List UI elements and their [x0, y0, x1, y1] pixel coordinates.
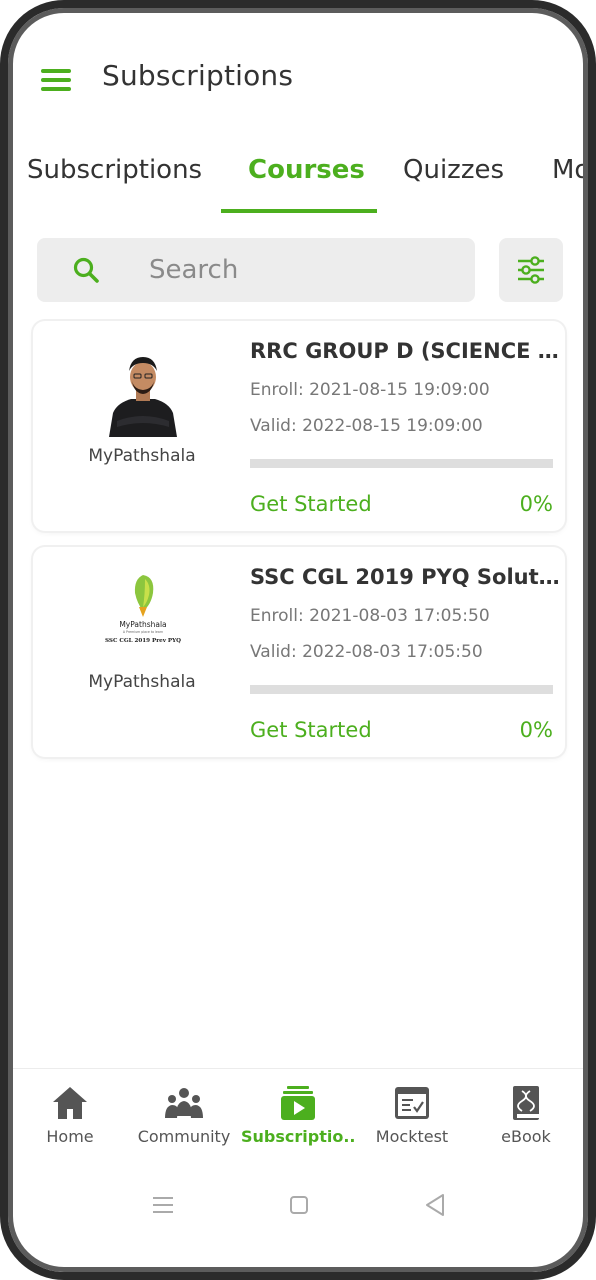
logo-subtitle-text: SSC CGL 2019 Prev PYQ	[105, 638, 181, 644]
back-triangle-icon[interactable]	[415, 1185, 455, 1225]
search-placeholder: Search	[149, 255, 239, 285]
home-icon	[53, 1087, 87, 1119]
get-started-button[interactable]: Get Started	[250, 492, 372, 516]
instructor-photo	[103, 341, 183, 437]
enroll-date: Enroll: 2021-08-15 19:09:00	[250, 380, 490, 400]
hamburger-menu-icon[interactable]	[41, 69, 73, 93]
tab-courses[interactable]: Courses	[248, 155, 365, 185]
recent-apps-icon[interactable]	[143, 1185, 183, 1225]
nav-label: Mocktest	[375, 1127, 449, 1146]
logo-brand-text: MyPathshala	[119, 620, 166, 629]
enroll-date: Enroll: 2021-08-03 17:05:50	[250, 606, 490, 626]
nav-label: Community	[137, 1127, 231, 1146]
valid-date: Valid: 2022-08-15 19:09:00	[250, 416, 483, 436]
subscriptions-play-icon	[281, 1086, 315, 1120]
sliders-filter-icon	[518, 256, 544, 284]
bottom-navigation: Home Community Subscriptio... Mocktest e…	[13, 1068, 583, 1173]
valid-date: Valid: 2022-08-03 17:05:50	[250, 642, 483, 662]
logo-tagline-text: A Premium place to learn	[123, 630, 163, 634]
nav-ebook[interactable]: eBook	[469, 1069, 583, 1173]
nav-label: Subscriptio...	[241, 1127, 355, 1146]
nav-label: Home	[46, 1127, 94, 1146]
nav-home[interactable]: Home	[13, 1069, 127, 1173]
home-square-icon[interactable]	[279, 1185, 319, 1225]
app-screen: Subscriptions Subscriptions Courses Quiz…	[13, 13, 583, 1267]
progress-bar	[250, 685, 553, 694]
nav-label: eBook	[501, 1127, 551, 1146]
nav-community[interactable]: Community	[127, 1069, 241, 1173]
progress-percent: 0%	[519, 492, 553, 516]
provider-name: MyPathshala	[88, 446, 196, 466]
course-card[interactable]: MyPathshala A Premium place to learn SSC…	[33, 547, 565, 757]
tab-quizzes[interactable]: Quizzes	[403, 155, 504, 185]
system-navigation-bar	[13, 1173, 583, 1233]
get-started-button[interactable]: Get Started	[250, 718, 372, 742]
community-icon	[165, 1088, 203, 1118]
search-icon	[73, 257, 99, 283]
mocktest-icon	[395, 1087, 429, 1119]
mypathshala-logo: MyPathshala A Premium place to learn SSC…	[103, 567, 183, 663]
app-bar: Subscriptions	[13, 13, 583, 133]
course-title: RRC GROUP D (SCIENCE +G...	[250, 339, 560, 363]
progress-bar	[250, 459, 553, 468]
tab-subscriptions[interactable]: Subscriptions	[27, 155, 202, 185]
ebook-icon	[513, 1086, 539, 1120]
tab-more[interactable]: Mo	[552, 155, 583, 185]
active-tab-indicator	[221, 209, 377, 213]
search-input[interactable]: Search	[37, 238, 475, 302]
tab-bar: Subscriptions Courses Quizzes Mo	[13, 143, 583, 217]
progress-percent: 0%	[519, 718, 553, 742]
nav-subscriptions[interactable]: Subscriptio...	[241, 1069, 355, 1173]
provider-name: MyPathshala	[88, 672, 196, 692]
course-title: SSC CGL 2019 PYQ Solution ...	[250, 565, 560, 589]
nav-mocktest[interactable]: Mocktest	[355, 1069, 469, 1173]
page-title: Subscriptions	[102, 59, 294, 92]
course-card[interactable]: MyPathshala RRC GROUP D (SCIENCE +G... E…	[33, 321, 565, 531]
filter-button[interactable]	[499, 238, 563, 302]
